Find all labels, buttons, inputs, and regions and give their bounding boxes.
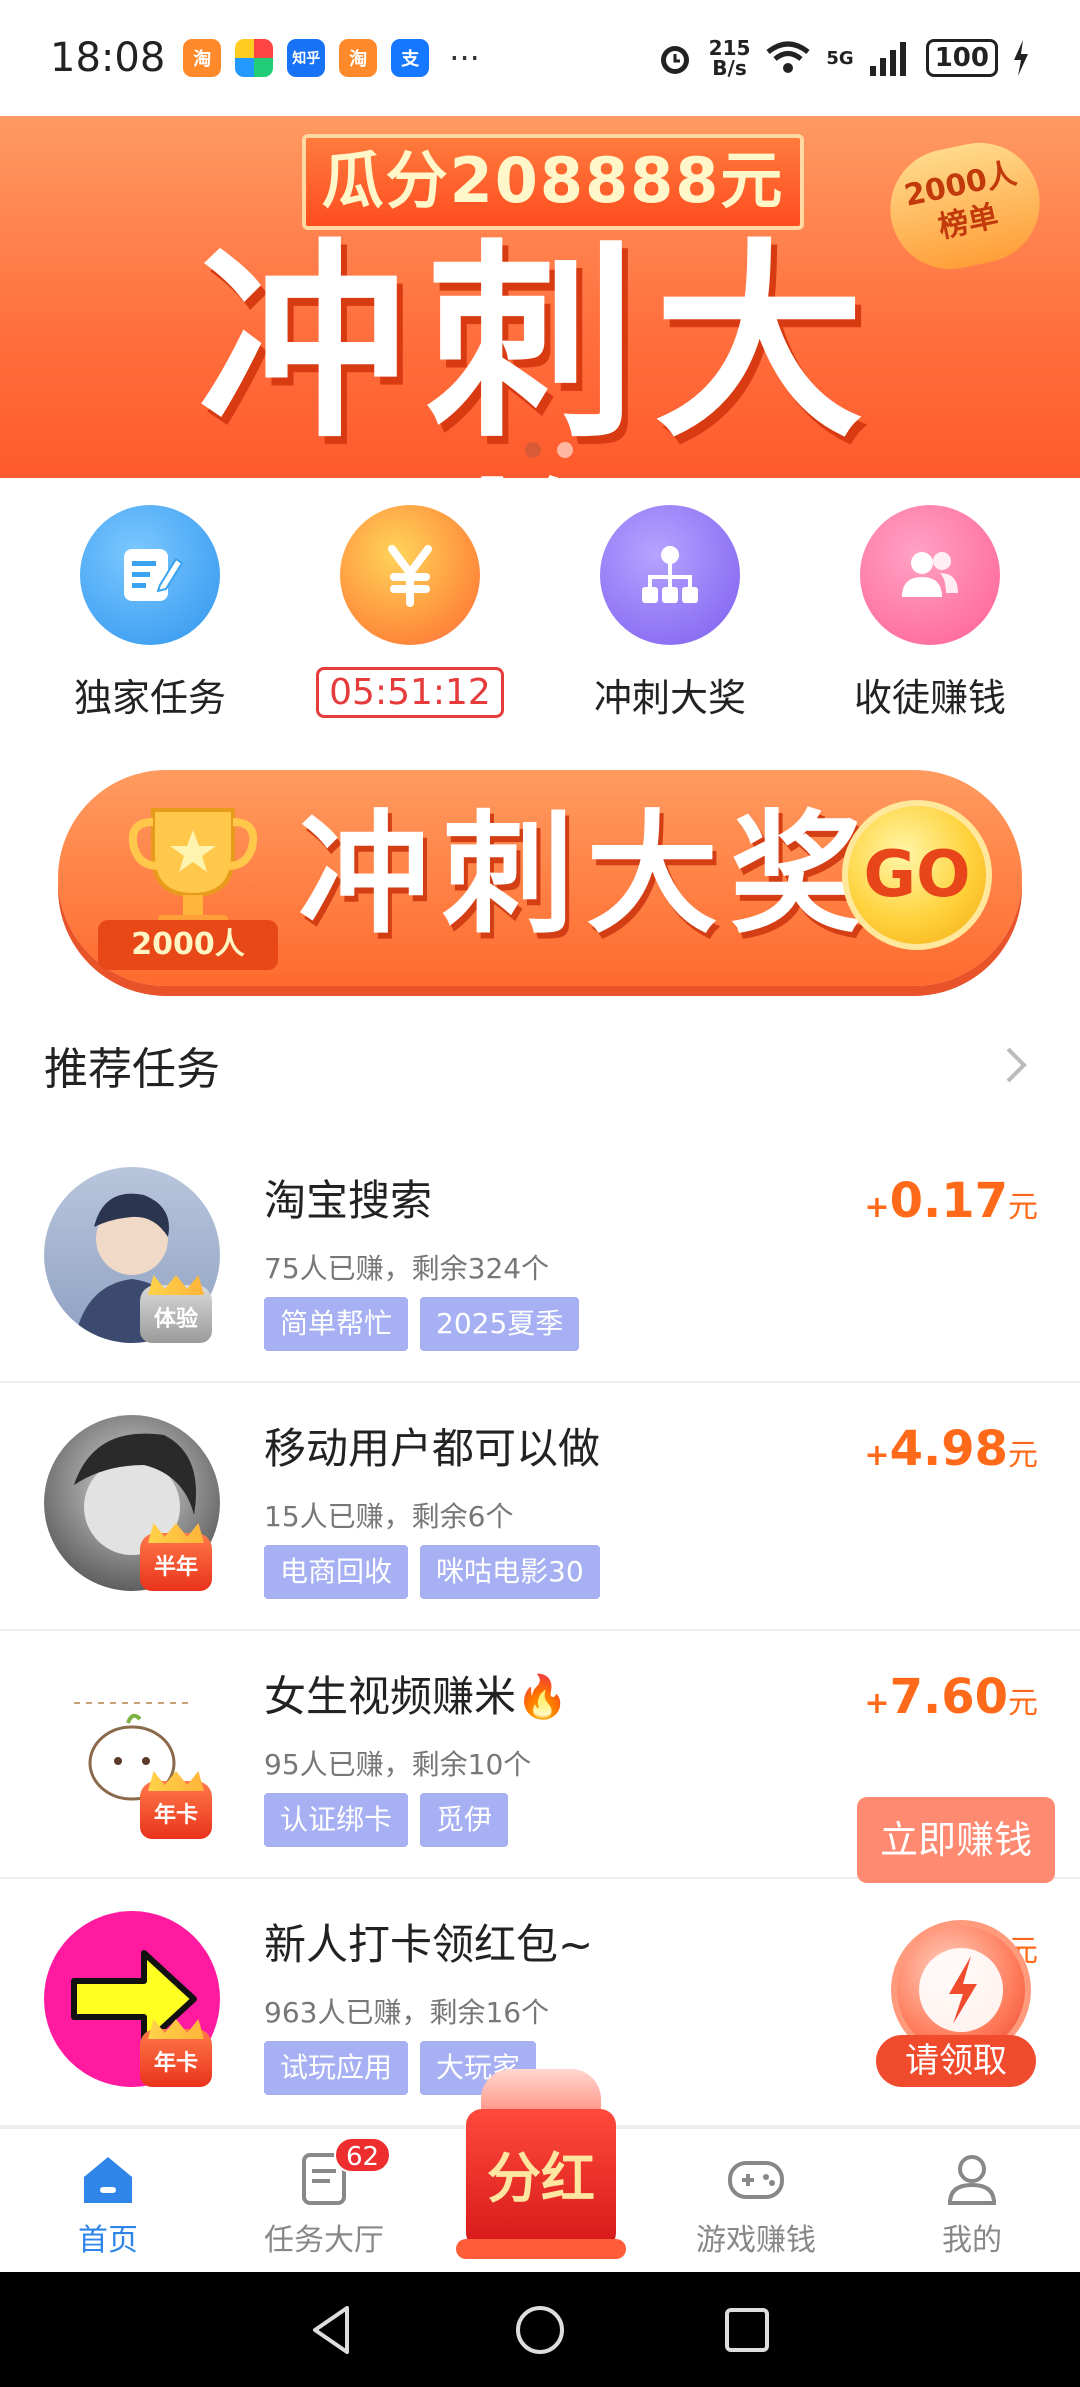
nav-game-earn[interactable]: 游戏赚钱 [648,2129,864,2272]
nav-home[interactable]: 首页 [0,2129,216,2272]
task-tag: 试玩应用 [264,2041,409,2095]
red-packet-label: 分红 [466,2109,616,2249]
recents-icon[interactable] [717,2300,777,2360]
recommended-title: 推荐任务 [44,1044,220,1095]
task-tag: 2025夏季 [420,1297,580,1351]
users-icon [860,505,1000,645]
pinwheel-icon [235,39,274,77]
quick-item-countdown[interactable]: 05:51:12 [295,505,525,735]
banner-dot [525,442,541,458]
hierarchy-icon [600,505,740,645]
sprint-prize-banner[interactable]: 2000人 冲刺大奖 GO [58,770,1022,986]
wifi-icon [766,41,810,73]
task-stats: 15人已赚，剩余6个 [264,1500,514,1533]
network-type: 5G [826,47,854,69]
nav-label: 游戏赚钱 [696,2223,816,2258]
home-circle-icon[interactable] [510,2300,570,2360]
status-bar: 18:08 淘 知乎 淘 支 ··· 215 B/s 5G 100 [0,0,1080,116]
recommended-header[interactable]: 推荐任务 [0,1025,1080,1105]
system-nav-bar [0,2272,1080,2387]
task-tags: 认证绑卡 觅伊 [264,1793,509,1847]
promo-banner[interactable]: 瓜分208888元 2000人 榜单 冲刺大奖 [0,116,1080,478]
banner-pagination [525,442,573,458]
sprint-title: 冲刺大奖 [298,798,874,952]
quick-item-label: 独家任务 [73,676,226,720]
task-name: 淘宝搜索 [264,1176,433,1225]
red-packet-icon: 分红 [456,2069,626,2259]
task-item[interactable]: 体验 淘宝搜索 75人已赚，剩余324个 简单帮忙 2025夏季 +0.17元 [0,1135,1080,1383]
banner-prize-text: 瓜分208888元 [302,134,804,230]
task-tags: 简单帮忙 2025夏季 [264,1297,580,1351]
task-tag: 咪咕电影30 [420,1545,600,1599]
task-tag: 简单帮忙 [264,1297,409,1351]
task-tag: 认证绑卡 [264,1793,409,1847]
task-tag: 电商回收 [264,1545,409,1599]
charging-icon [1014,40,1028,76]
task-tags: 电商回收 咪咕电影30 [264,1545,600,1599]
notification-badge: 62 [334,2137,392,2173]
task-name: 女生视频赚米🔥 [264,1672,569,1721]
membership-badge: 年卡 [140,1781,212,1839]
alipay-icon: 支 [391,39,430,77]
chevron-right-icon[interactable] [996,1045,1036,1085]
claim-button[interactable]: 请领取 [876,2035,1036,2087]
profile-icon [947,2155,997,2205]
alarm-icon [660,46,689,74]
taobao-icon: 淘 [183,39,222,77]
edit-task-icon [80,505,220,645]
task-reward: +4.98元 [864,1421,1038,1477]
back-icon[interactable] [303,2300,363,2360]
quick-item-label: 冲刺大奖 [593,676,746,720]
task-name: 新人打卡领红包~ [264,1920,594,1969]
quick-item-exclusive-tasks[interactable]: 独家任务 [35,505,265,735]
home-icon [84,2157,132,2203]
claim-reward-widget[interactable]: 请领取 [876,1920,1046,2090]
quick-item-sprint-prize[interactable]: 冲刺大奖 [555,505,785,735]
status-time: 18:08 [50,35,166,81]
earn-now-button[interactable]: 立即赚钱 [857,1797,1055,1883]
nav-label: 首页 [78,2223,138,2258]
zhihu-icon: 知乎 [287,39,326,77]
banner-title: 冲刺大奖 [197,221,882,479]
membership-badge: 年卡 [140,2029,212,2087]
task-tag: 觅伊 [420,1793,509,1847]
quick-item-recruit-earn[interactable]: 收徒赚钱 [815,505,1045,735]
yuan-icon [340,505,480,645]
task-reward: +0.17元 [864,1173,1038,1229]
task-name: 移动用户都可以做 [264,1424,601,1473]
nav-label: 我的 [942,2223,1002,2258]
task-reward: +7.60元 [864,1669,1038,1725]
nav-profile[interactable]: 我的 [864,2129,1080,2272]
task-stats: 963人已赚，剩余16个 [264,1996,550,2029]
network-speed: 215 B/s [708,36,751,80]
sprint-trophy-label: 2000人 [98,920,278,970]
quick-item-label: 收徒赚钱 [853,676,1006,720]
task-item[interactable]: 半年 移动用户都可以做 15人已赚，剩余6个 电商回收 咪咕电影30 +4.98… [0,1383,1080,1631]
membership-badge: 体验 [140,1285,212,1343]
battery-indicator: 100 [925,39,998,77]
taobao-icon: 淘 [339,39,378,77]
countdown-timer: 05:51:12 [316,667,504,718]
membership-badge: 半年 [140,1533,212,1591]
nav-label: 任务大厅 [264,2223,384,2258]
go-button[interactable]: GO [842,800,992,950]
banner-dot [557,442,573,458]
gamepad-icon [728,2161,784,2199]
more-notifications-icon: ··· [449,39,480,77]
task-stats: 75人已赚，剩余324个 [264,1252,550,1285]
nav-dividend[interactable]: 分红 [432,2069,648,2272]
bottom-nav: 首页 62 任务大厅 分红 游戏赚钱 我的 [0,2069,1080,2272]
signal-icon [869,42,906,76]
task-stats: 95人已赚，剩余10个 [264,1748,532,1781]
nav-task-hall[interactable]: 62 任务大厅 [216,2129,432,2272]
quick-menu: 独家任务 05:51:12 冲刺大奖 收徒赚钱 [0,505,1080,735]
